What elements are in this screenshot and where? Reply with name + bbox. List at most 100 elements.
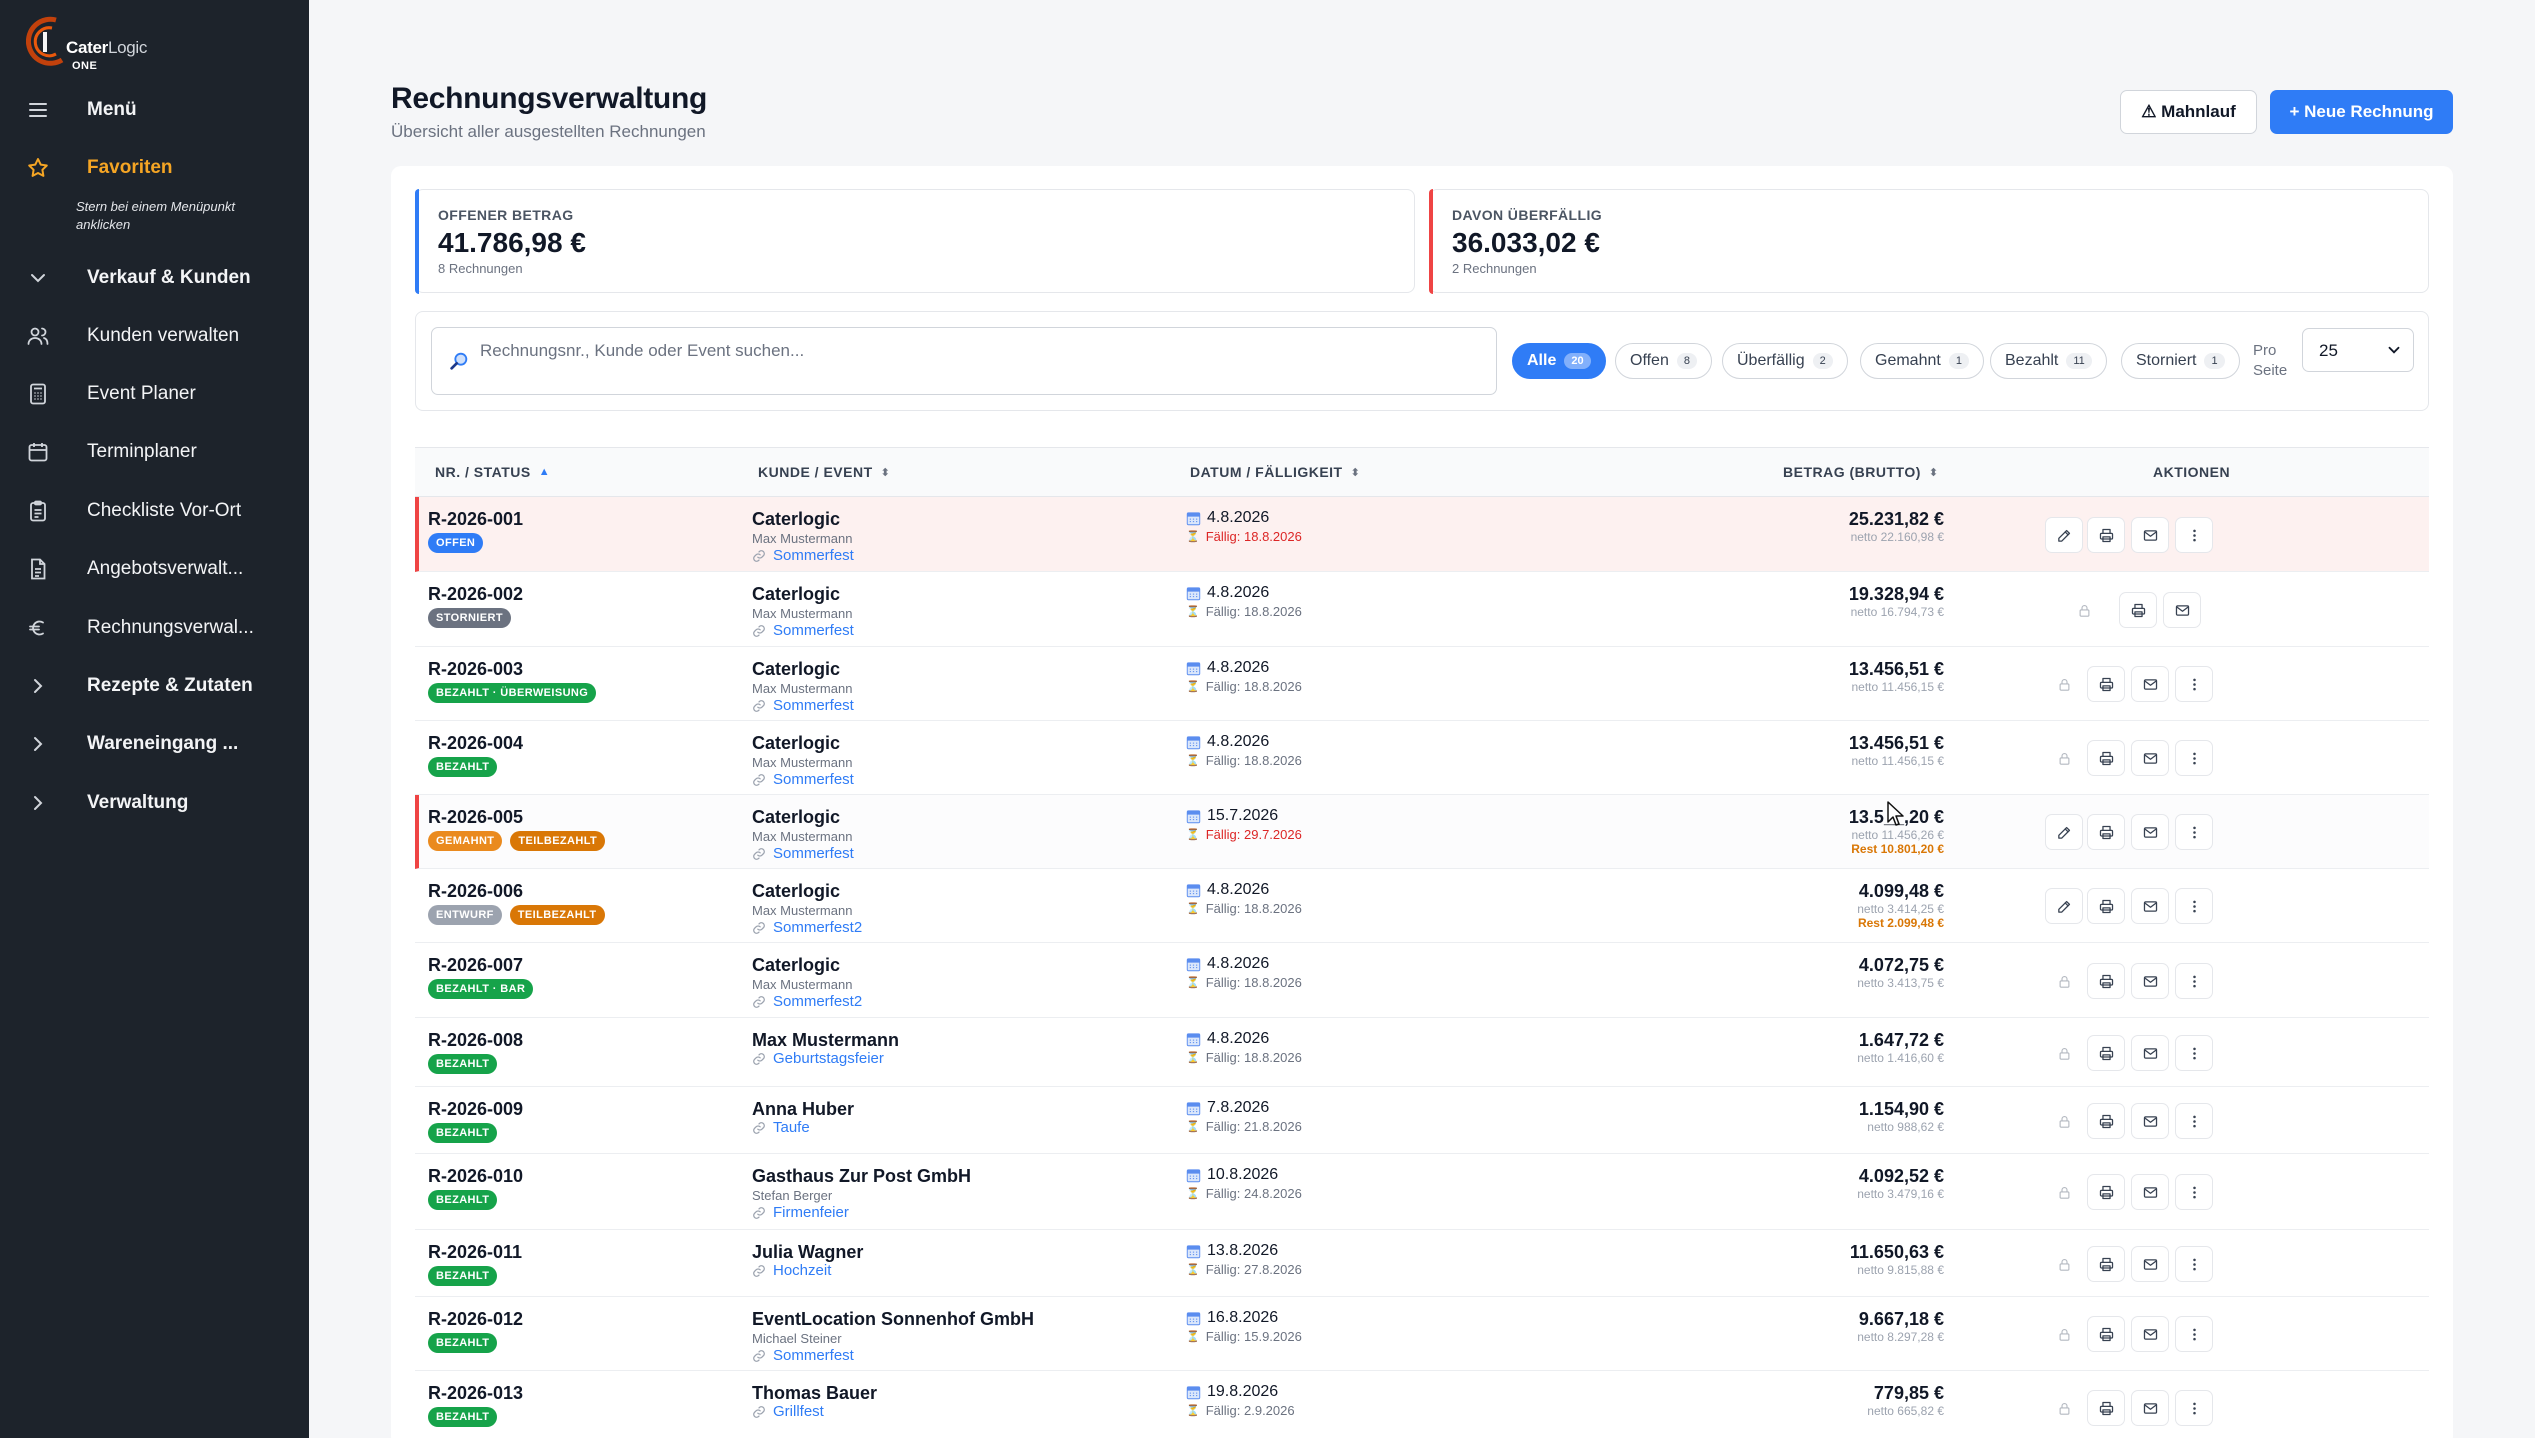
email-button[interactable] <box>2131 517 2169 553</box>
table-row[interactable]: R-2026-003 BEZAHLT · ÜBERWEISUNG Caterlogi… <box>415 647 2429 721</box>
email-button[interactable] <box>2131 814 2169 850</box>
event-link[interactable]: Taufe <box>752 1119 810 1136</box>
sidebar-item-favorites[interactable]: Favoriten <box>0 146 309 190</box>
event-link[interactable]: Sommerfest <box>752 845 854 862</box>
email-button[interactable] <box>2131 1035 2169 1071</box>
col-kunde-event[interactable]: KUNDE / EVENT ⬍ <box>758 464 890 480</box>
print-button[interactable] <box>2087 1316 2125 1352</box>
email-button[interactable] <box>2131 963 2169 999</box>
invoice-number[interactable]: R-2026-007 <box>428 955 523 976</box>
email-button[interactable] <box>2131 1316 2169 1352</box>
more-options-button[interactable] <box>2175 1103 2213 1139</box>
email-button[interactable] <box>2131 1390 2169 1426</box>
edit-button[interactable] <box>2045 814 2083 850</box>
event-link[interactable]: Hochzeit <box>752 1262 831 1279</box>
table-row[interactable]: R-2026-010 BEZAHLT Gasthaus Zur Post GmbH S… <box>415 1154 2429 1230</box>
per-page-select[interactable]: 25 <box>2302 328 2414 372</box>
more-options-button[interactable] <box>2175 740 2213 776</box>
more-options-button[interactable] <box>2175 1035 2213 1071</box>
event-link[interactable]: Sommerfest <box>752 622 854 639</box>
print-button[interactable] <box>2087 1390 2125 1426</box>
filter-chip-storniert[interactable]: Storniert 1 <box>2121 343 2240 379</box>
table-row[interactable]: R-2026-013 BEZAHLT Thomas Bauer Grillfest … <box>415 1371 2429 1438</box>
more-options-button[interactable] <box>2175 666 2213 702</box>
invoice-number[interactable]: R-2026-003 <box>428 659 523 680</box>
filter-chip-offen[interactable]: Offen 8 <box>1615 343 1712 379</box>
invoice-number[interactable]: R-2026-001 <box>428 509 523 530</box>
more-options-button[interactable] <box>2175 1316 2213 1352</box>
print-button[interactable] <box>2087 517 2125 553</box>
sidebar-item-kunden[interactable]: Kunden verwalten <box>0 314 309 358</box>
filter-chip-alle[interactable]: Alle 20 <box>1512 343 1606 379</box>
invoice-number[interactable]: R-2026-010 <box>428 1166 523 1187</box>
invoice-number[interactable]: R-2026-009 <box>428 1099 523 1120</box>
email-button[interactable] <box>2131 888 2169 924</box>
more-options-button[interactable] <box>2175 814 2213 850</box>
invoice-number[interactable]: R-2026-005 <box>428 807 523 828</box>
sidebar-item-rezepte[interactable]: Rezepte & Zutaten <box>0 664 309 708</box>
table-row[interactable]: R-2026-008 BEZAHLT Max Mustermann Geburtst… <box>415 1018 2429 1087</box>
email-button[interactable] <box>2131 666 2169 702</box>
edit-button[interactable] <box>2045 517 2083 553</box>
table-row[interactable]: R-2026-005 GEMAHNT TEILBEZAHLT Caterlogic Ma… <box>415 795 2429 869</box>
email-button[interactable] <box>2131 1246 2169 1282</box>
print-button[interactable] <box>2087 1174 2125 1210</box>
invoice-number[interactable]: R-2026-012 <box>428 1309 523 1330</box>
filter-chip-gemahnt[interactable]: Gemahnt 1 <box>1860 343 1984 379</box>
table-row[interactable]: R-2026-011 BEZAHLT Julia Wagner Hochzeit 1… <box>415 1230 2429 1297</box>
more-options-button[interactable] <box>2175 963 2213 999</box>
email-button[interactable] <box>2131 740 2169 776</box>
print-button[interactable] <box>2087 666 2125 702</box>
event-link[interactable]: Sommerfest2 <box>752 993 862 1010</box>
email-button[interactable] <box>2163 592 2201 628</box>
print-button[interactable] <box>2087 814 2125 850</box>
sidebar-item-rechnungen[interactable]: Rechnungsverwal... <box>0 606 309 650</box>
sidebar-item-verkauf-kunden[interactable]: Verkauf & Kunden <box>0 256 309 300</box>
search-box[interactable] <box>431 327 1497 395</box>
event-link[interactable]: Firmenfeier <box>752 1204 849 1221</box>
table-row[interactable]: R-2026-007 BEZAHLT · BAR Caterlogic Max Mus… <box>415 943 2429 1018</box>
sidebar-item-terminplaner[interactable]: Terminplaner <box>0 430 309 474</box>
table-row[interactable]: R-2026-012 BEZAHLT EventLocation Sonnenhof… <box>415 1297 2429 1371</box>
invoice-number[interactable]: R-2026-006 <box>428 881 523 902</box>
invoice-number[interactable]: R-2026-002 <box>428 584 523 605</box>
app-logo[interactable]: CaterLogic ONE <box>26 12 176 76</box>
search-input[interactable] <box>480 338 1480 364</box>
filter-chip-bezahlt[interactable]: Bezahlt 11 <box>1990 343 2107 379</box>
print-button[interactable] <box>2087 1103 2125 1139</box>
sidebar-item-checkliste[interactable]: Checkliste Vor-Ort <box>0 489 309 533</box>
sidebar-item-verwaltung[interactable]: Verwaltung <box>0 781 309 825</box>
event-link[interactable]: Sommerfest2 <box>752 919 862 936</box>
filter-chip-ueberfaellig[interactable]: Überfällig 2 <box>1722 343 1848 379</box>
invoice-number[interactable]: R-2026-004 <box>428 733 523 754</box>
more-options-button[interactable] <box>2175 1246 2213 1282</box>
print-button[interactable] <box>2087 1246 2125 1282</box>
new-invoice-button[interactable]: + Neue Rechnung <box>2270 90 2453 134</box>
col-nr-status[interactable]: NR. / STATUS ▲ <box>435 464 550 480</box>
print-button[interactable] <box>2087 888 2125 924</box>
sidebar-item-event-planer[interactable]: Event Planer <box>0 372 309 416</box>
event-link[interactable]: Sommerfest <box>752 771 854 788</box>
event-link[interactable]: Sommerfest <box>752 697 854 714</box>
print-button[interactable] <box>2119 592 2157 628</box>
col-datum[interactable]: DATUM / FÄLLIGKEIT ⬍ <box>1190 464 1360 480</box>
event-link[interactable]: Geburtstagsfeier <box>752 1050 884 1067</box>
table-row[interactable]: R-2026-002 STORNIERT Caterlogic Max Musterm… <box>415 572 2429 647</box>
invoice-number[interactable]: R-2026-008 <box>428 1030 523 1051</box>
email-button[interactable] <box>2131 1103 2169 1139</box>
invoice-number[interactable]: R-2026-013 <box>428 1383 523 1404</box>
more-options-button[interactable] <box>2175 517 2213 553</box>
event-link[interactable]: Grillfest <box>752 1403 824 1420</box>
menu-toggle[interactable]: Menü <box>0 88 309 132</box>
print-button[interactable] <box>2087 963 2125 999</box>
table-row[interactable]: R-2026-006 ENTWURF TEILBEZAHLT Caterlogic Ma… <box>415 869 2429 943</box>
sidebar-item-angebote[interactable]: Angebotsverwalt... <box>0 547 309 591</box>
event-link[interactable]: Sommerfest <box>752 547 854 564</box>
print-button[interactable] <box>2087 740 2125 776</box>
table-row[interactable]: R-2026-009 BEZAHLT Anna Huber Taufe 7.8.20… <box>415 1087 2429 1154</box>
invoice-number[interactable]: R-2026-011 <box>428 1242 522 1263</box>
print-button[interactable] <box>2087 1035 2125 1071</box>
more-options-button[interactable] <box>2175 1174 2213 1210</box>
col-betrag[interactable]: BETRAG (BRUTTO) ⬍ <box>1783 464 1939 480</box>
email-button[interactable] <box>2131 1174 2169 1210</box>
